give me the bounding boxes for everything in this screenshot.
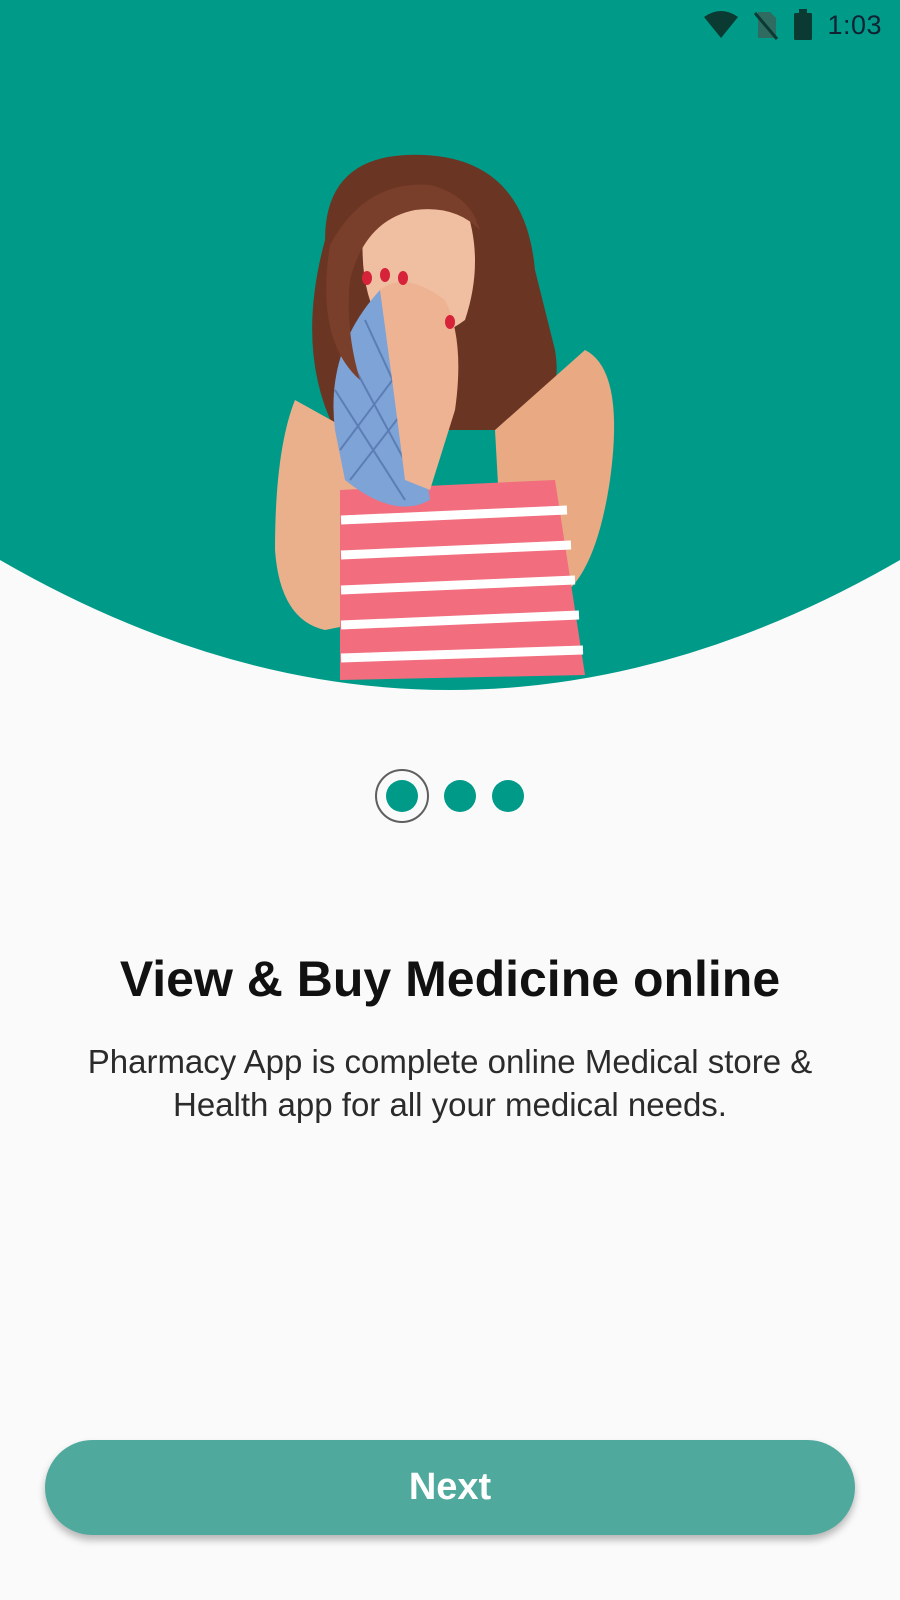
page-indicator — [0, 769, 900, 823]
page-dot-1[interactable] — [375, 769, 429, 823]
wifi-icon — [703, 11, 739, 39]
status-bar: 1:03 — [0, 0, 900, 50]
next-button[interactable]: Next — [45, 1440, 855, 1535]
sneezing-person-illustration — [255, 150, 655, 690]
page-dot-3[interactable] — [491, 779, 525, 813]
onboarding-description: Pharmacy App is complete online Medical … — [87, 1043, 813, 1123]
onboarding-title: View & Buy Medicine online — [119, 951, 781, 1007]
status-time: 1:03 — [827, 9, 882, 40]
no-sim-icon — [753, 10, 779, 40]
battery-icon — [793, 9, 813, 41]
page-dot-2[interactable] — [443, 779, 477, 813]
